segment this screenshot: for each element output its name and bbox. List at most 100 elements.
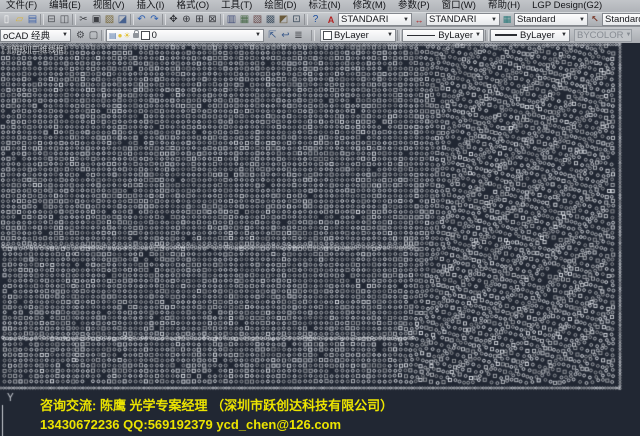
menu-item-13[interactable]: LGP Design(G2): [526, 0, 608, 12]
undo-icon[interactable]: ↶: [135, 13, 148, 26]
menu-item-10[interactable]: 参数(P): [392, 0, 436, 12]
menu-item-7[interactable]: 绘图(D): [258, 0, 302, 12]
toolbar-separator: [40, 14, 44, 25]
chevron-down-icon: ▼: [559, 32, 567, 38]
contact-line-1: 咨询交流: 陈鹰 光学专案经理 （深圳市跃创达科技有限公司）: [40, 396, 393, 415]
style-value: Standard: [605, 14, 640, 25]
drawing-area: [-][俯视][二维线框] 咨询交流: 陈鹰 光学专案经理 （深圳市跃创达科技有…: [0, 43, 640, 436]
styles-toolbar: ASTANDARI▼↔STANDARI▼▦Standard▼↖Standard: [324, 13, 640, 26]
menu-item-8[interactable]: 标注(N): [303, 0, 347, 12]
linetype-dropdown[interactable]: ByLayer ▼: [402, 29, 484, 42]
layer-filter-icon: ▤: [109, 30, 117, 41]
drawing-canvas[interactable]: [0, 43, 640, 436]
color-dropdown[interactable]: ByLayer ▼: [320, 29, 396, 42]
dim-style-icon[interactable]: ↔: [412, 13, 426, 26]
toolbar-separator: [311, 30, 315, 41]
toolbar-separator: [220, 14, 224, 25]
table-style-dropdown[interactable]: Standard ▼: [514, 13, 588, 26]
workspace-value: oCAD 经典: [3, 29, 50, 42]
menu-item-2[interactable]: 编辑(E): [43, 0, 87, 12]
menu-bar: 文件(F)编辑(E)视图(V)插入(I)格式(O)工具(T)绘图(D)标注(N)…: [0, 0, 640, 12]
toolbar-separator: [162, 14, 166, 25]
style-value: Standard: [517, 14, 556, 25]
gear-icon[interactable]: ⚙: [74, 29, 87, 42]
chevron-down-icon: ▼: [401, 17, 409, 23]
print-icon[interactable]: ⊟: [45, 13, 58, 26]
layer-states-icon[interactable]: ≣: [292, 29, 305, 42]
workspace-dropdown[interactable]: oCAD 经典 ▼: [0, 29, 71, 42]
toolbar-separator: [397, 30, 401, 41]
zoom-previous-icon[interactable]: ⊠: [206, 13, 219, 26]
text-style-dropdown[interactable]: STANDARI▼: [338, 13, 412, 26]
layer-previous-icon[interactable]: ↩: [279, 29, 292, 42]
menu-item-5[interactable]: 格式(O): [170, 0, 215, 12]
chevron-down-icon: ▼: [473, 32, 481, 38]
zoom-window-icon[interactable]: ⊞: [193, 13, 206, 26]
layer-dropdown[interactable]: ▤ ● ☀ 0 ▼: [106, 29, 264, 42]
cut-icon[interactable]: ✂: [77, 13, 90, 26]
menu-item-9[interactable]: 修改(M): [347, 0, 392, 12]
table-style-icon[interactable]: ▦: [500, 13, 514, 26]
toolbar-separator: [72, 14, 76, 25]
open-file-icon[interactable]: ▱: [13, 13, 26, 26]
menu-item-1[interactable]: 文件(F): [0, 0, 43, 12]
chevron-down-icon: ▼: [385, 32, 393, 38]
layer-color-swatch: [141, 31, 150, 40]
linetype-value: ByLayer: [438, 30, 473, 41]
contact-line-2: 13430672236 QQ:569192379 ycd_chen@126.co…: [40, 415, 393, 434]
chevron-down-icon: ▼: [623, 32, 631, 38]
chevron-down-icon: ▼: [489, 17, 497, 23]
toolbar-separator: [485, 30, 489, 41]
toolbar-separator: [304, 14, 308, 25]
layer-name: 0: [152, 30, 157, 41]
standard-icons-group: ▯▱▤ ⊟◫ ✂▣▨◪ ↶↷ ✥⊕⊞⊠ ▥▦▧▩◩⊡?: [0, 13, 322, 26]
viewport-controls-label[interactable]: [-][俯视][二维线框]: [2, 44, 66, 55]
make-object-layer-current-icon[interactable]: ⇱: [266, 29, 279, 42]
linetype-sample: [407, 35, 435, 36]
plot-preview-icon[interactable]: ◫: [58, 13, 71, 26]
menu-item-4[interactable]: 插入(I): [130, 0, 170, 12]
lineweight-dropdown[interactable]: ByLayer ▼: [490, 29, 570, 42]
help-icon[interactable]: ?: [309, 13, 322, 26]
layer-freeze-icon[interactable]: ☀: [123, 30, 130, 41]
markup-icon[interactable]: ◩: [277, 13, 290, 26]
paste-icon[interactable]: ▨: [103, 13, 116, 26]
layer-on-icon[interactable]: ●: [118, 30, 123, 41]
layer-lock-icon[interactable]: [133, 33, 139, 38]
toolbar-layers-properties: oCAD 经典 ▼ ⚙ ▢ ▤ ● ☀ 0 ▼ ⇱ ↩ ≣ ByLayer ▼ …: [0, 26, 640, 43]
mleader-style-dropdown[interactable]: Standard: [602, 13, 640, 26]
sheetset-icon[interactable]: ▩: [264, 13, 277, 26]
menu-item-3[interactable]: 视图(V): [87, 0, 131, 12]
menu-item-12[interactable]: 帮助(H): [482, 0, 526, 12]
toolbar-separator: [101, 30, 105, 41]
designcenter-icon[interactable]: ▦: [238, 13, 251, 26]
color-swatch: [323, 31, 332, 40]
lineweight-sample: [495, 34, 517, 36]
color-value: ByLayer: [334, 30, 369, 41]
redo-icon[interactable]: ↷: [148, 13, 161, 26]
contact-overlay-text: 咨询交流: 陈鹰 光学专案经理 （深圳市跃创达科技有限公司） 134306722…: [40, 396, 393, 434]
chevron-down-icon: ▼: [60, 32, 68, 38]
mleader-style-icon[interactable]: ↖: [588, 13, 602, 26]
zoom-realtime-icon[interactable]: ⊕: [180, 13, 193, 26]
chevron-down-icon: ▼: [577, 17, 585, 23]
menu-item-6[interactable]: 工具(T): [215, 0, 258, 12]
toolbar-separator: [130, 14, 134, 25]
plotstyle-value: BYCOLOR: [577, 30, 623, 41]
toolbar-standard: ▯▱▤⊟◫✂▣▨◪↶↷✥⊕⊞⊠▥▦▧▩◩⊡? ASTANDARI▼↔STANDA…: [0, 12, 640, 26]
quickcalc-icon[interactable]: ⊡: [290, 13, 303, 26]
menu-item-11[interactable]: 窗口(W): [436, 0, 482, 12]
lineweight-value: ByLayer: [520, 30, 555, 41]
match-properties-icon[interactable]: ◪: [116, 13, 129, 26]
pan-icon[interactable]: ✥: [167, 13, 180, 26]
text-style-icon[interactable]: A: [324, 13, 338, 26]
properties-icon[interactable]: ▥: [225, 13, 238, 26]
style-value: STANDARI: [429, 14, 476, 25]
plotstyle-dropdown: BYCOLOR ▼: [574, 29, 632, 42]
save-icon[interactable]: ▤: [26, 13, 39, 26]
new-file-icon[interactable]: ▯: [0, 13, 13, 26]
display-settings-icon[interactable]: ▢: [87, 29, 100, 42]
dim-style-dropdown[interactable]: STANDARI ▼: [426, 13, 500, 26]
copy-icon[interactable]: ▣: [90, 13, 103, 26]
toolpalettes-icon[interactable]: ▧: [251, 13, 264, 26]
